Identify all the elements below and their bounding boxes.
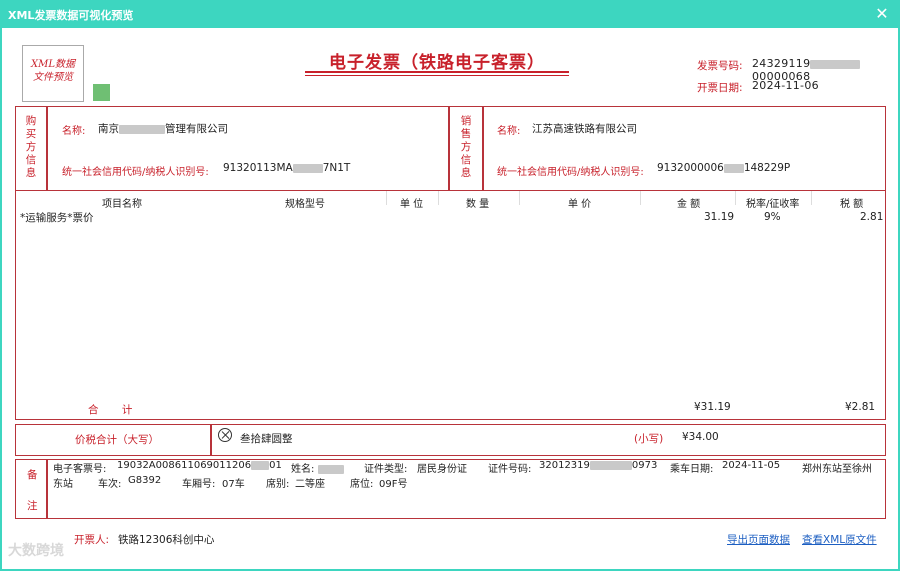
row-item-name: *运输服务*票价 <box>20 212 94 224</box>
invoice-date-label: 开票日期: <box>697 82 743 94</box>
cross-circle-icon <box>218 428 232 442</box>
invoice-title: 电子发票（铁路电子客票） <box>329 53 545 73</box>
ticket-no-value: 19032A008611069011206 01 <box>117 460 282 471</box>
invoice-date-value: 2024-11-06 <box>752 79 819 92</box>
row-tax: 2.81 <box>860 211 884 223</box>
watermark: 大数跨境 <box>8 543 64 559</box>
seller-info-box <box>483 106 886 191</box>
car-label: 车厢号: <box>182 479 216 490</box>
invoice-canvas: XML数据 文件预览 电子发票（铁路电子客票） 发票号码: 2432911900… <box>2 28 898 569</box>
col-header-spec: 规格型号 <box>285 199 325 210</box>
title-underline-thin <box>305 75 569 76</box>
id-type-label: 证件类型: <box>364 464 408 475</box>
seller-tax-label: 统一社会信用代码/纳税人识别号: <box>497 167 644 178</box>
row-tax-rate: 9% <box>764 211 781 223</box>
buyer-name-label: 名称: <box>62 126 86 137</box>
view-xml-source-link[interactable]: 查看XML原文件 <box>802 532 877 547</box>
train-label: 车次: <box>98 479 122 490</box>
col-divider <box>519 191 520 205</box>
col-divider <box>386 191 387 205</box>
seller-section-label: 销售方信息 <box>460 115 472 179</box>
buyer-tax-value: 91320113MA 7N1T <box>223 162 351 174</box>
issuer-label: 开票人: <box>74 534 110 546</box>
route-start: 郑州东站至徐州 <box>802 464 872 475</box>
seat-value: 09F号 <box>379 479 408 490</box>
items-table <box>15 191 886 420</box>
ride-date-value: 2024-11-05 <box>722 460 781 471</box>
buyer-tax-label: 统一社会信用代码/纳税人识别号: <box>62 167 209 178</box>
ride-date-label: 乘车日期: <box>670 464 714 475</box>
row-amount: 31.19 <box>704 211 735 223</box>
seller-name-value: 江苏高速铁路有限公司 <box>532 123 637 135</box>
qr-code-placeholder <box>93 84 110 101</box>
total-amount: ¥31.19 <box>694 401 731 413</box>
total-label: 合 计 <box>88 404 143 416</box>
id-no-label: 证件号码: <box>488 464 532 475</box>
col-divider <box>811 191 812 205</box>
route-end: 东站 <box>53 479 73 490</box>
close-icon[interactable]: ✕ <box>872 4 892 24</box>
title-bar: XML发票数据可视化预览 ✕ <box>0 0 900 28</box>
col-divider <box>640 191 641 205</box>
car-value: 07车 <box>222 479 245 490</box>
passenger-name-label: 姓名: <box>291 460 344 475</box>
col-header-item: 项目名称 <box>102 199 142 210</box>
window-title: XML发票数据可视化预览 <box>8 9 134 22</box>
seat-label: 席位: <box>350 479 374 490</box>
col-header-unit-price: 单 价 <box>568 199 592 210</box>
issuer-value: 铁路12306科创中心 <box>118 534 215 546</box>
seat-class-label: 席别: <box>266 479 290 490</box>
export-page-data-link[interactable]: 导出页面数据 <box>727 532 790 547</box>
xml-preview-logo: XML数据 文件预览 <box>22 45 84 102</box>
sum-label: 价税合计（大写） <box>75 434 159 446</box>
total-tax: ¥2.81 <box>845 401 876 413</box>
sum-upper-value: 叁拾肆圆整 <box>240 433 293 445</box>
train-value: G8392 <box>128 475 162 486</box>
id-type-value: 居民身份证 <box>417 464 467 475</box>
col-header-tax: 税 额 <box>840 199 864 210</box>
col-header-tax-rate: 税率/征收率 <box>746 199 800 210</box>
col-header-quantity: 数 量 <box>466 199 490 210</box>
buyer-name-value: 南京 管理有限公司 <box>98 123 228 135</box>
sum-lower-value: ¥34.00 <box>682 431 719 443</box>
seller-tax-value: 9132000006 148229P <box>657 162 791 174</box>
sum-lower-label: (小写) <box>634 433 664 445</box>
title-underline <box>305 71 569 73</box>
logo-line1: XML数据 <box>31 59 75 70</box>
col-header-amount: 金 额 <box>677 199 701 210</box>
col-divider <box>438 191 439 205</box>
app-window: XML发票数据可视化预览 ✕ XML数据 文件预览 电子发票（铁路电子客票） 发… <box>0 0 900 571</box>
sum-value-box <box>211 424 886 456</box>
invoice-number-label: 发票号码: <box>697 60 743 72</box>
col-header-unit: 单 位 <box>400 199 424 210</box>
id-no-value: 32012319 0973 <box>539 460 658 471</box>
remarks-label-bottom: 注 <box>27 500 38 512</box>
ticket-no-label: 电子客票号: <box>53 464 107 475</box>
seat-class-value: 二等座 <box>295 479 325 490</box>
remarks-label-top: 备 <box>27 469 38 481</box>
buyer-section-label: 购买方信息 <box>25 115 37 179</box>
logo-line2: 文件预览 <box>33 72 73 83</box>
seller-name-label: 名称: <box>497 126 521 137</box>
col-divider <box>735 191 736 205</box>
buyer-info-box <box>47 106 449 191</box>
